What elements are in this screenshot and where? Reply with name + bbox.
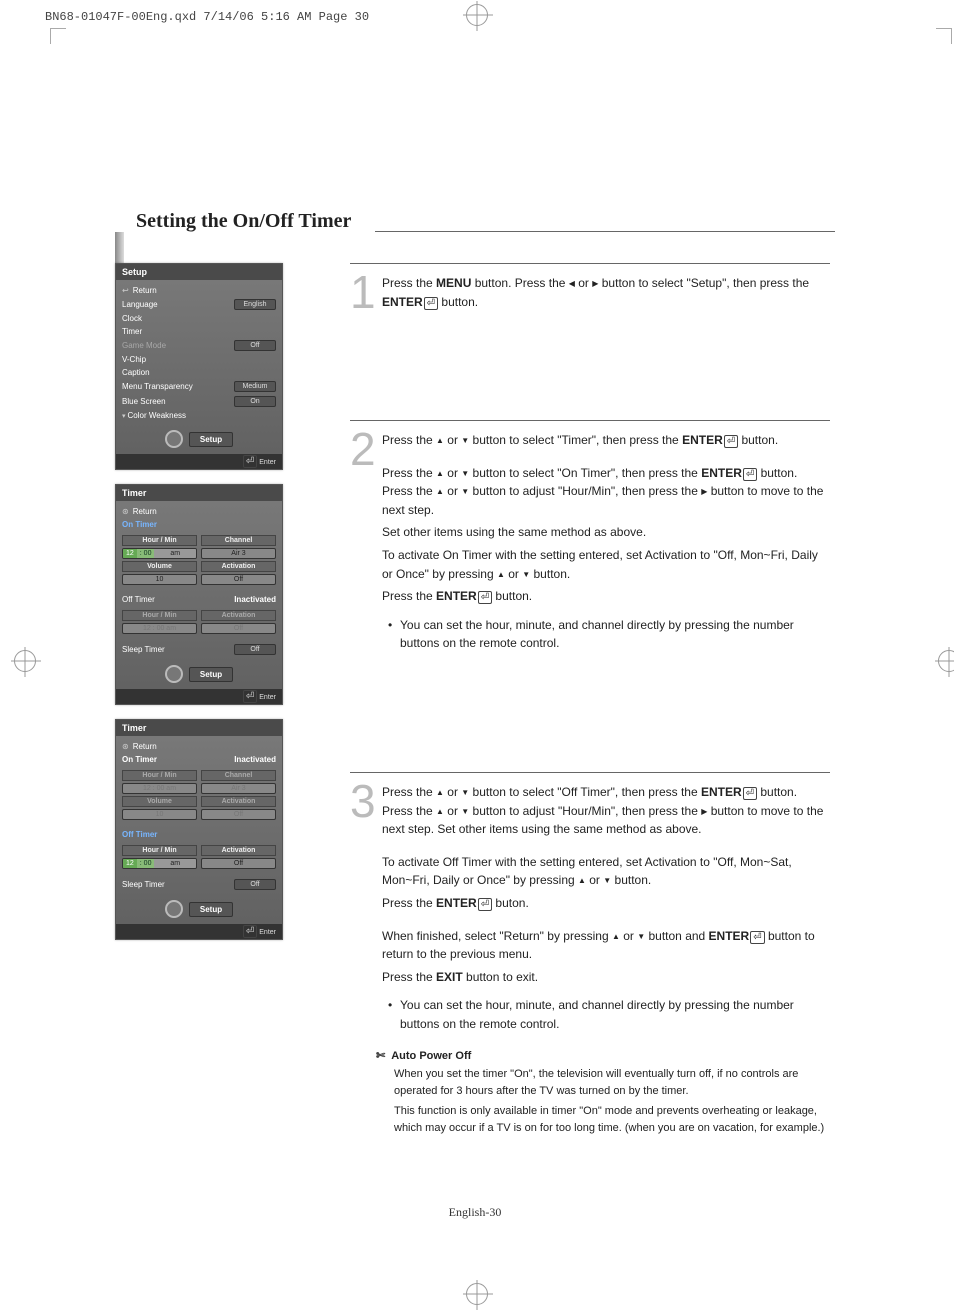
osd3-ontimer: On TimerInactivated	[122, 753, 276, 766]
osd2-time: 12: 00am	[122, 548, 197, 559]
osd3-chan: Air 3	[201, 783, 276, 794]
step-1: 1 Press the MENU button. Press the or bu…	[350, 263, 830, 388]
step-3: 3 Press the or button to select "Off Tim…	[350, 772, 830, 1140]
step2-p4: To activate On Timer with the setting en…	[382, 546, 830, 583]
instructions-column: 1 Press the MENU button. Press the or bu…	[350, 263, 830, 1140]
osd2-offtime: 12 : 00 am	[122, 623, 197, 634]
osd2-offtimer: Off TimerInactivated	[122, 593, 276, 606]
osd1-gamemode: Game ModeOff	[122, 338, 276, 353]
step3-p2: To activate Off Timer with the setting e…	[382, 853, 830, 890]
step3-p4: When finished, select "Return" by pressi…	[382, 927, 830, 964]
step1-number: 1	[350, 274, 382, 315]
section-title: Setting the On/Off Timer	[136, 210, 351, 237]
osd3-return: Return	[122, 740, 276, 753]
registration-mark-top	[466, 4, 488, 26]
osd2-return: Return	[122, 505, 276, 518]
osd3-act: Off	[201, 809, 276, 820]
step2-p5: Press the ENTER button.	[382, 587, 830, 606]
osd2-vol: 10	[122, 574, 197, 585]
osd2-sleep: Sleep TimerOff	[122, 642, 276, 657]
osd1-clock: Clock	[122, 312, 276, 325]
step2-number: 2	[350, 431, 382, 653]
osd1-bottom: Enter	[116, 454, 282, 469]
crop-mark-tl	[50, 28, 66, 44]
registration-mark-bottom	[466, 1283, 488, 1305]
step-2: 2 Press the or button to select "Timer",…	[350, 420, 830, 740]
osd1-menutrans: Menu TransparencyMedium	[122, 379, 276, 394]
osd2-act: Off	[201, 574, 276, 585]
osd-timer-off: Timer Return On TimerInactivated Hour / …	[115, 719, 283, 940]
osd2-bottom: Enter	[116, 689, 282, 704]
osd3-offtime: 12: 00am	[122, 858, 197, 869]
osd-column: Setup Return LanguageEnglish Clock Timer…	[115, 263, 285, 954]
osd2-ontimer: On Timer	[122, 518, 276, 531]
note-line1: When you set the timer "On", the televis…	[394, 1066, 830, 1099]
osd1-language: LanguageEnglish	[122, 297, 276, 312]
step3-p5: Press the EXIT button to exit.	[382, 968, 830, 987]
osd1-foot: Setup	[116, 424, 282, 454]
osd3-bottom: Enter	[116, 924, 282, 939]
scissor-icon	[376, 1048, 385, 1065]
osd3-offtimer: Off Timer	[122, 828, 276, 841]
osd3-vol: 10	[122, 809, 197, 820]
step3-p3: Press the ENTER buton.	[382, 894, 830, 913]
page-footer: English-30	[449, 1205, 502, 1220]
osd2-offact: Off	[201, 623, 276, 634]
crop-mark-tr	[936, 28, 952, 44]
osd-setup: Setup Return LanguageEnglish Clock Timer…	[115, 263, 283, 470]
osd3-foot: Setup	[116, 894, 282, 924]
osd-timer-on: Timer Return On Timer Hour / MinChannel …	[115, 484, 283, 705]
osd1-timer: Timer	[122, 325, 276, 338]
step2-p1: Press the or button to select "Timer", t…	[382, 431, 830, 450]
gear-icon	[165, 430, 183, 448]
enter-icon	[723, 433, 738, 447]
step2-p3: Set other items using the same method as…	[382, 523, 830, 542]
osd1-bluescreen: Blue ScreenOn	[122, 394, 276, 409]
osd3-offact: Off	[201, 858, 276, 869]
osd1-vchip: V-Chip	[122, 353, 276, 366]
osd1-return: Return	[122, 284, 276, 297]
qxd-header: BN68-01047F-00Eng.qxd 7/14/06 5:16 AM Pa…	[45, 10, 369, 24]
osd1-title: Setup	[116, 264, 282, 280]
gear-icon	[165, 900, 183, 918]
osd3-time: 12 : 00 am	[122, 783, 197, 794]
gear-icon	[165, 665, 183, 683]
registration-mark-left	[14, 650, 36, 672]
step2-bullet: •You can set the hour, minute, and chann…	[388, 616, 830, 653]
osd1-colorweak: Color Weakness	[122, 409, 276, 422]
auto-power-off-note: Auto Power Off When you set the timer "O…	[376, 1048, 830, 1137]
osd2-foot: Setup	[116, 659, 282, 689]
title-rule	[375, 231, 835, 232]
step3-bullet: •You can set the hour, minute, and chann…	[388, 996, 830, 1033]
osd2-chan: Air 3	[201, 548, 276, 559]
enter-icon	[423, 295, 438, 309]
osd3-sleep: Sleep TimerOff	[122, 877, 276, 892]
osd3-title: Timer	[116, 720, 282, 736]
step3-p1: Press the or button to select "Off Timer…	[382, 783, 830, 839]
osd1-caption: Caption	[122, 366, 276, 379]
osd2-title: Timer	[116, 485, 282, 501]
note-line2: This function is only available in timer…	[394, 1103, 830, 1136]
registration-mark-right	[938, 650, 954, 672]
step1-text: Press the MENU button. Press the or butt…	[382, 274, 830, 311]
arrow-up-icon	[436, 433, 444, 447]
step2-p2: Press the or button to select "On Timer"…	[382, 464, 830, 520]
